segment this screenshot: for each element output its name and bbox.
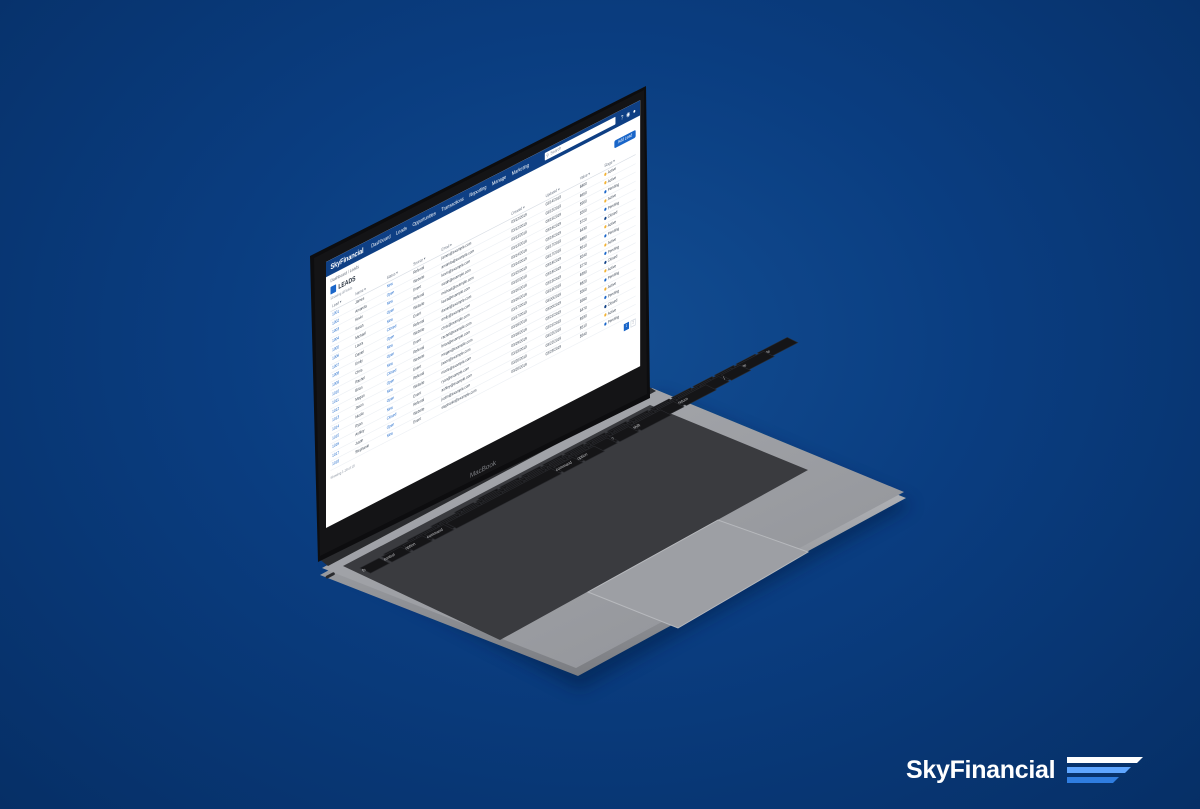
stage-dot-icon <box>604 242 607 247</box>
search-icon: ⚲ <box>546 152 549 159</box>
stage-dot-icon <box>604 304 607 309</box>
stage-dot-icon <box>604 268 607 274</box>
help-icon[interactable]: ? <box>621 113 623 121</box>
page-button-1[interactable]: 1 <box>623 321 629 331</box>
brand-wing-icon <box>1067 757 1144 783</box>
stage-dot-icon <box>604 207 607 212</box>
stage-dot-icon <box>604 189 607 194</box>
brand-name: SkyFinancial <box>906 755 1056 784</box>
stage-dot-icon <box>604 216 607 221</box>
stage-dot-icon <box>604 180 607 186</box>
stage-dot-icon <box>604 224 607 230</box>
stage-dot-icon <box>604 286 607 291</box>
nav-item-leads[interactable]: Leads <box>396 225 407 236</box>
stage-dot-icon <box>604 251 607 256</box>
stage-dot-icon <box>604 172 607 177</box>
pagination: 12 <box>623 318 636 331</box>
stage-dot-icon <box>604 295 607 300</box>
stage-dot-icon <box>604 313 607 318</box>
stage-dot-icon <box>604 277 607 282</box>
user-icon[interactable]: ● <box>633 107 636 115</box>
brand-lockup: SkyFinancial <box>906 754 1144 786</box>
search-placeholder: Search <box>550 146 562 157</box>
scene: escdelete~!@#$%^&*()_+deletetabQWERTYUIO… <box>0 0 1200 809</box>
page-button-2[interactable]: 2 <box>630 318 636 328</box>
stage-dot-icon <box>604 233 607 238</box>
stage-dot-icon <box>604 260 607 265</box>
stage-dot-icon <box>604 198 607 203</box>
stage-dot-icon <box>604 321 607 327</box>
bell-icon[interactable]: ◉ <box>626 109 630 118</box>
